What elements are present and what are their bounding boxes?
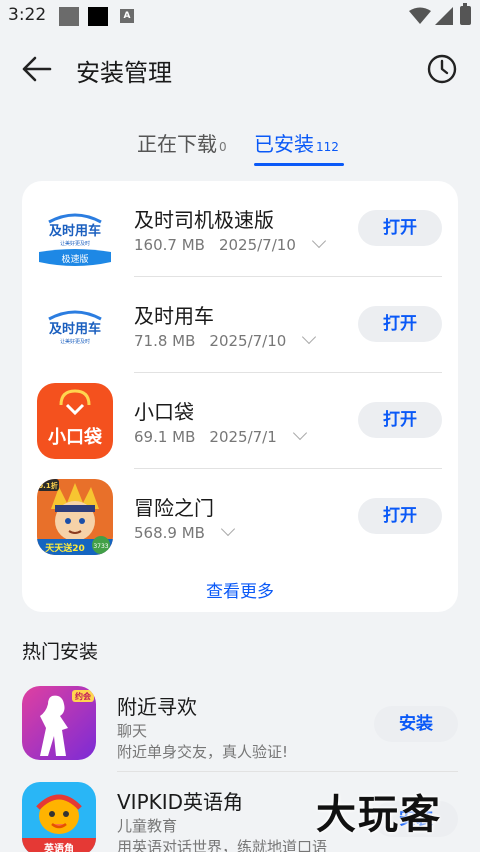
chevron-down-icon[interactable] <box>311 233 326 249</box>
app-size: 160.7 MB <box>134 236 205 254</box>
icon-text: 及时用车 <box>49 223 101 239</box>
app-description: 用英语对话世界，练就地道口语 <box>117 838 328 852</box>
icon-subtext: 让美好更及时 <box>60 338 90 345</box>
app-size: 568.9 MB <box>134 524 205 542</box>
app-category: 儿童教育 <box>117 817 178 835</box>
app-bar: 安装管理 <box>0 40 480 100</box>
history-clock-icon[interactable] <box>426 53 458 85</box>
app-icon-jishi-car: 及时用车 让美好更及时 <box>37 287 113 363</box>
battery-icon <box>460 3 471 25</box>
app-icon-vipkid: 英语角 <box>22 782 96 852</box>
active-tab-indicator <box>254 163 344 166</box>
signal-icon <box>435 7 453 25</box>
icon-badge: 0.1折 <box>38 481 57 490</box>
icon-text: 及时用车 <box>49 321 101 337</box>
wifi-icon <box>409 7 431 24</box>
tab-downloading[interactable]: 正在下载 0 <box>137 128 227 168</box>
notification-gray-icon <box>59 7 79 26</box>
app-name: 附近寻欢 <box>117 695 197 719</box>
icon-text: 英语角 <box>43 842 74 852</box>
app-name: VIPKID英语角 <box>117 790 244 814</box>
hot-app-row[interactable]: 约会 附近寻欢 聊天 附近单身交友，真人验证! 安装 <box>0 677 480 772</box>
tab-downloading-count: 0 <box>219 140 227 154</box>
app-date: 2025/7/1 <box>209 428 277 446</box>
app-row[interactable]: 及时用车 让美好更及时 极速版 及时司机极速版 160.7 MB 2025/7/1… <box>22 181 458 277</box>
app-name: 冒险之门 <box>134 496 214 520</box>
see-more-link[interactable]: 查看更多 <box>22 577 458 602</box>
app-meta: 69.1 MB 2025/7/1 <box>134 425 307 446</box>
app-meta: 160.7 MB 2025/7/10 <box>134 233 326 254</box>
open-button[interactable]: 打开 <box>358 210 442 246</box>
watermark: 大玩客 <box>316 792 442 838</box>
app-icon-xiaokoudai: 小口袋 <box>37 383 113 459</box>
icon-badge: 约会 <box>75 691 91 701</box>
app-date: 2025/7/10 <box>218 236 296 254</box>
icon-bottom-text: 天天送20 <box>45 542 85 554</box>
installed-apps-card: 及时用车 让美好更及时 极速版 及时司机极速版 160.7 MB 2025/7/1… <box>22 181 458 612</box>
vipkid-mascot-icon: 英语角 <box>22 782 96 852</box>
notification-a-icon: A <box>120 9 134 23</box>
tab-bar: 正在下载 0 已安装 112 <box>0 128 480 168</box>
open-button[interactable]: 打开 <box>358 498 442 534</box>
status-time: 3:22 <box>8 5 47 25</box>
app-row[interactable]: 0.1折 天天送20 3733 冒险之门 568.9 MB 打开 <box>22 469 458 565</box>
app-meta: 71.8 MB 2025/7/10 <box>134 329 317 350</box>
status-bar: 3:22 A <box>0 0 480 34</box>
icon-corner-text: 3733 <box>93 543 108 550</box>
app-icon-maoxian: 0.1折 天天送20 3733 <box>37 479 113 555</box>
icon-subtext: 让美好更及时 <box>60 240 90 247</box>
chevron-down-icon[interactable] <box>292 425 307 441</box>
tab-installed-count: 112 <box>316 140 339 154</box>
app-size: 69.1 MB <box>134 428 196 446</box>
tab-installed-label: 已安装 <box>254 132 314 156</box>
app-size: 71.8 MB <box>134 332 196 350</box>
app-name: 及时用车 <box>134 304 214 328</box>
icon-text: 小口袋 <box>48 426 103 448</box>
xiaokoudai-bag-logo-icon: 小口袋 <box>37 383 113 459</box>
jishi-car-logo-icon: 及时用车 让美好更及时 极速版 <box>37 200 113 276</box>
back-arrow-icon[interactable] <box>20 54 54 84</box>
app-row[interactable]: 及时用车 让美好更及时 及时用车 71.8 MB 2025/7/10 打开 <box>22 277 458 373</box>
app-date: 2025/7/10 <box>209 332 287 350</box>
app-row[interactable]: 小口袋 小口袋 69.1 MB 2025/7/1 打开 <box>22 373 458 469</box>
notification-black-icon <box>88 7 108 26</box>
dating-silhouette-icon: 约会 <box>22 686 96 760</box>
page-title: 安装管理 <box>76 59 172 87</box>
app-name: 及时司机极速版 <box>134 208 274 232</box>
chevron-down-icon[interactable] <box>302 329 317 345</box>
tab-installed[interactable]: 已安装 112 <box>254 128 339 168</box>
chevron-down-icon[interactable] <box>220 521 236 537</box>
open-button[interactable]: 打开 <box>358 402 442 438</box>
section-title-hot: 热门安装 <box>22 641 99 663</box>
app-description: 附近单身交友，真人验证! <box>117 743 289 761</box>
app-meta: 568.9 MB <box>134 521 236 542</box>
icon-badge: 极速版 <box>61 253 88 265</box>
app-icon-jishi-driver: 及时用车 让美好更及时 极速版 <box>37 200 113 276</box>
install-button[interactable]: 安装 <box>374 706 458 742</box>
adventure-game-character-icon: 0.1折 天天送20 3733 <box>37 479 113 555</box>
jishi-car-logo-icon: 及时用车 让美好更及时 <box>37 287 113 363</box>
open-button[interactable]: 打开 <box>358 306 442 342</box>
app-name: 小口袋 <box>134 400 194 424</box>
app-icon-fujin: 约会 <box>22 686 96 760</box>
app-category: 聊天 <box>117 722 148 740</box>
tab-downloading-label: 正在下载 <box>137 132 217 156</box>
